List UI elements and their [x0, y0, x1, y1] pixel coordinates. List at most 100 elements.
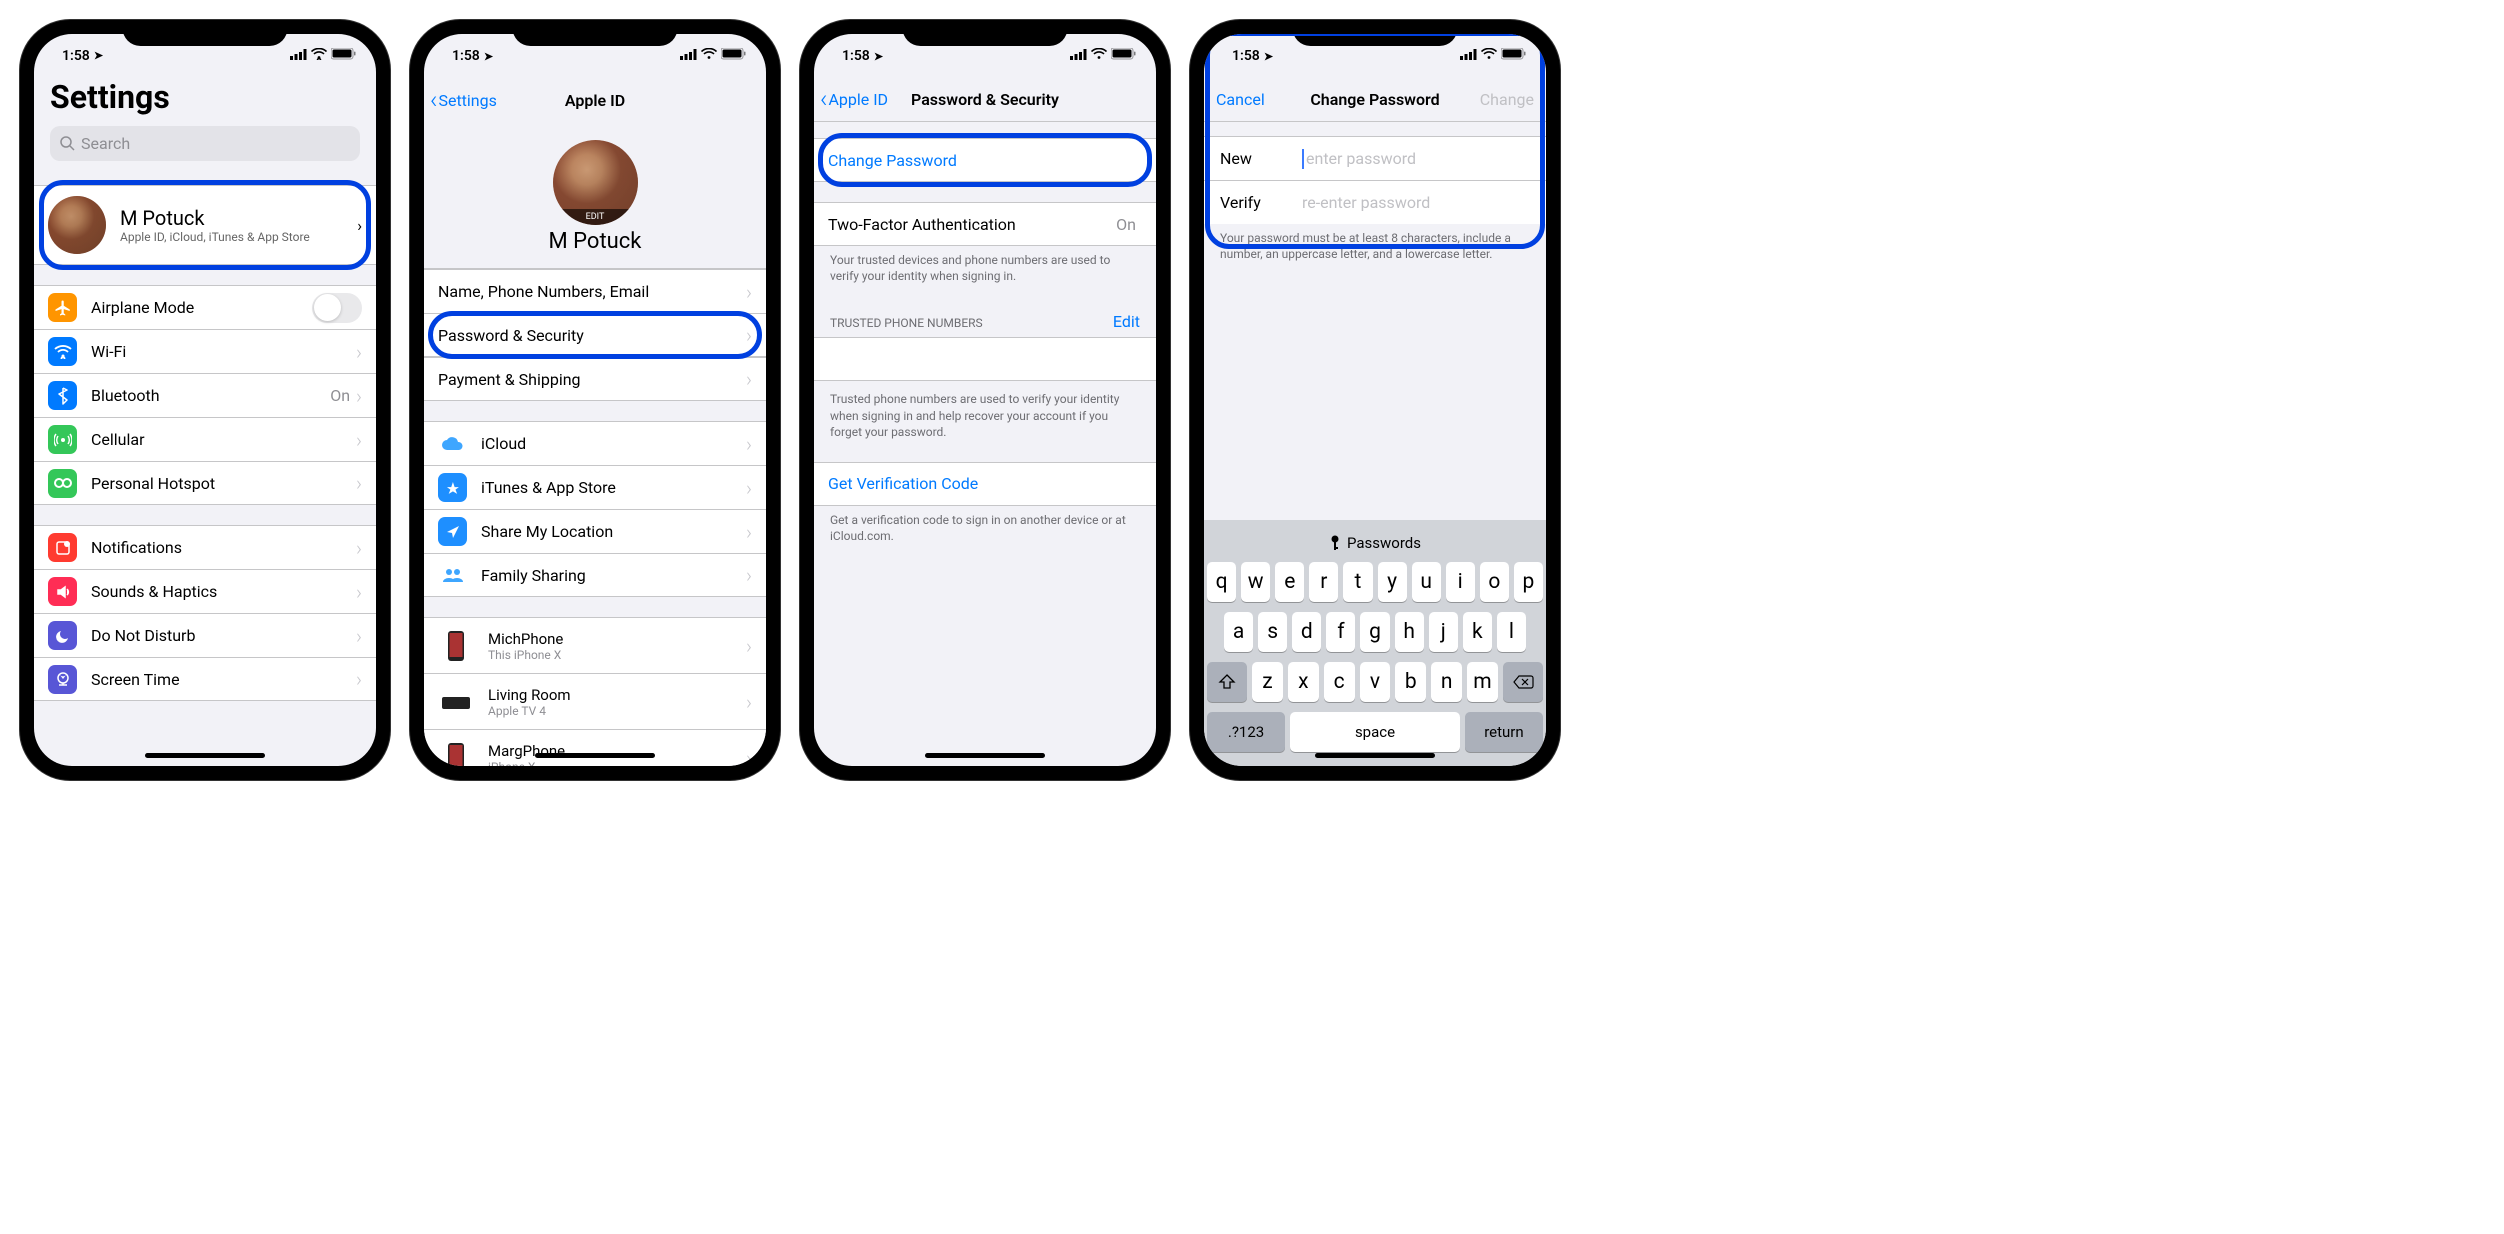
key-e[interactable]: e	[1275, 562, 1304, 602]
device-row[interactable]: MargPhoneiPhone X ›	[424, 729, 766, 766]
key-w[interactable]: w	[1241, 562, 1270, 602]
bluetooth-label: Bluetooth	[91, 386, 330, 405]
verify-password-row[interactable]: Verify re-enter password	[1204, 180, 1546, 224]
wifi-row[interactable]: Wi-Fi ›	[34, 329, 376, 373]
change-button[interactable]: Change	[1480, 90, 1534, 109]
phone-4-change-password: 1:58➤ Cancel Change Password Change New …	[1190, 20, 1560, 780]
status-time: 1:58	[62, 48, 90, 64]
key-numbers[interactable]: .?123	[1207, 712, 1285, 752]
keyboard[interactable]: Passwords q w e r t y u i o p a s d f g …	[1204, 520, 1546, 766]
location-arrow-icon: ➤	[94, 49, 103, 62]
key-n[interactable]: n	[1431, 662, 1462, 702]
key-o[interactable]: o	[1480, 562, 1509, 602]
sounds-row[interactable]: Sounds & Haptics ›	[34, 569, 376, 613]
key-l[interactable]: l	[1497, 612, 1526, 652]
device-row[interactable]: MichPhoneThis iPhone X ›	[424, 617, 766, 673]
new-placeholder: enter password	[1306, 149, 1416, 168]
notch	[123, 20, 288, 46]
home-indicator[interactable]	[1315, 753, 1435, 758]
key-return[interactable]: return	[1465, 712, 1543, 752]
key-f[interactable]: f	[1326, 612, 1355, 652]
key-b[interactable]: b	[1395, 662, 1426, 702]
search-input[interactable]: Search	[50, 126, 360, 161]
avatar-edit-label[interactable]: EDIT	[553, 209, 638, 225]
profile-row[interactable]: M Potuck Apple ID, iCloud, iTunes & App …	[34, 185, 376, 265]
key-d[interactable]: d	[1292, 612, 1321, 652]
family-row[interactable]: Family Sharing ›	[424, 553, 766, 597]
key-i[interactable]: i	[1446, 562, 1475, 602]
key-r[interactable]: r	[1309, 562, 1338, 602]
bluetooth-row[interactable]: Bluetooth On ›	[34, 373, 376, 417]
key-p[interactable]: p	[1514, 562, 1543, 602]
nav-title: Password & Security	[911, 90, 1059, 109]
chevron-right-icon: ›	[356, 580, 362, 604]
cancel-button[interactable]: Cancel	[1216, 90, 1265, 109]
key-x[interactable]: x	[1288, 662, 1319, 702]
verification-code-row[interactable]: Get Verification Code	[814, 462, 1156, 506]
nav-bar: Cancel Change Password Change	[1204, 78, 1546, 122]
chevron-right-icon: ›	[746, 476, 752, 500]
key-v[interactable]: v	[1360, 662, 1391, 702]
screentime-row[interactable]: Screen Time ›	[34, 657, 376, 701]
key-m[interactable]: m	[1467, 662, 1498, 702]
chevron-right-icon: ›	[356, 340, 362, 364]
edit-button[interactable]: Edit	[1113, 312, 1140, 331]
itunes-row[interactable]: iTunes & App Store ›	[424, 465, 766, 509]
device-row[interactable]: Living RoomApple TV 4 ›	[424, 673, 766, 729]
screentime-label: Screen Time	[91, 670, 356, 689]
verify-label: Verify	[1220, 193, 1302, 212]
two-factor-row[interactable]: Two-Factor Authentication On	[814, 202, 1156, 246]
notifications-row[interactable]: Notifications ›	[34, 525, 376, 569]
nav-title: Apple ID	[565, 91, 625, 110]
chevron-right-icon: ›	[356, 428, 362, 452]
chevron-right-icon: ›	[356, 384, 362, 408]
back-button[interactable]: ‹Settings	[430, 88, 497, 113]
sounds-label: Sounds & Haptics	[91, 582, 356, 601]
new-password-row[interactable]: New enter password	[1204, 136, 1546, 180]
key-g[interactable]: g	[1360, 612, 1389, 652]
hotspot-row[interactable]: Personal Hotspot ›	[34, 461, 376, 505]
key-backspace[interactable]	[1503, 662, 1543, 702]
airplane-switch[interactable]	[312, 293, 362, 323]
change-password-row[interactable]: Change Password	[814, 138, 1156, 182]
verification-footer: Get a verification code to sign in on an…	[814, 506, 1156, 558]
key-shift[interactable]	[1207, 662, 1247, 702]
wifi-label: Wi-Fi	[91, 342, 356, 361]
trusted-number-row[interactable]	[814, 337, 1156, 381]
key-j[interactable]: j	[1429, 612, 1458, 652]
home-indicator[interactable]	[925, 753, 1045, 758]
nav-bar: ‹Apple ID Password & Security	[814, 78, 1156, 122]
keyboard-row-1: q w e r t y u i o p	[1207, 562, 1543, 602]
key-a[interactable]: a	[1224, 612, 1253, 652]
cellular-row[interactable]: Cellular ›	[34, 417, 376, 461]
icloud-row[interactable]: iCloud ›	[424, 421, 766, 465]
bluetooth-value: On	[330, 386, 350, 405]
key-k[interactable]: k	[1463, 612, 1492, 652]
key-c[interactable]: c	[1324, 662, 1355, 702]
airplane-row[interactable]: Airplane Mode	[34, 285, 376, 329]
key-s[interactable]: s	[1258, 612, 1287, 652]
battery-icon	[1501, 48, 1526, 64]
home-indicator[interactable]	[535, 753, 655, 758]
avatar-big[interactable]: EDIT	[553, 140, 638, 225]
key-q[interactable]: q	[1207, 562, 1236, 602]
location-row[interactable]: Share My Location ›	[424, 509, 766, 553]
key-h[interactable]: h	[1395, 612, 1424, 652]
chevron-right-icon: ›	[746, 690, 752, 714]
key-y[interactable]: y	[1378, 562, 1407, 602]
password-security-row[interactable]: Password & Security ›	[424, 313, 766, 357]
key-z[interactable]: z	[1252, 662, 1283, 702]
signal-icon	[1070, 48, 1087, 64]
airplane-icon	[48, 293, 77, 322]
dnd-row[interactable]: Do Not Disturb ›	[34, 613, 376, 657]
name-phone-email-row[interactable]: Name, Phone Numbers, Email ›	[424, 269, 766, 313]
passwords-bar[interactable]: Passwords	[1207, 526, 1543, 562]
row-label: Change Password	[828, 151, 1142, 170]
key-t[interactable]: t	[1343, 562, 1372, 602]
key-space[interactable]: space	[1290, 712, 1460, 752]
payment-shipping-row[interactable]: Payment & Shipping ›	[424, 357, 766, 401]
chevron-right-icon: ›	[746, 520, 752, 544]
back-button[interactable]: ‹Apple ID	[820, 87, 888, 112]
home-indicator[interactable]	[145, 753, 265, 758]
key-u[interactable]: u	[1412, 562, 1441, 602]
